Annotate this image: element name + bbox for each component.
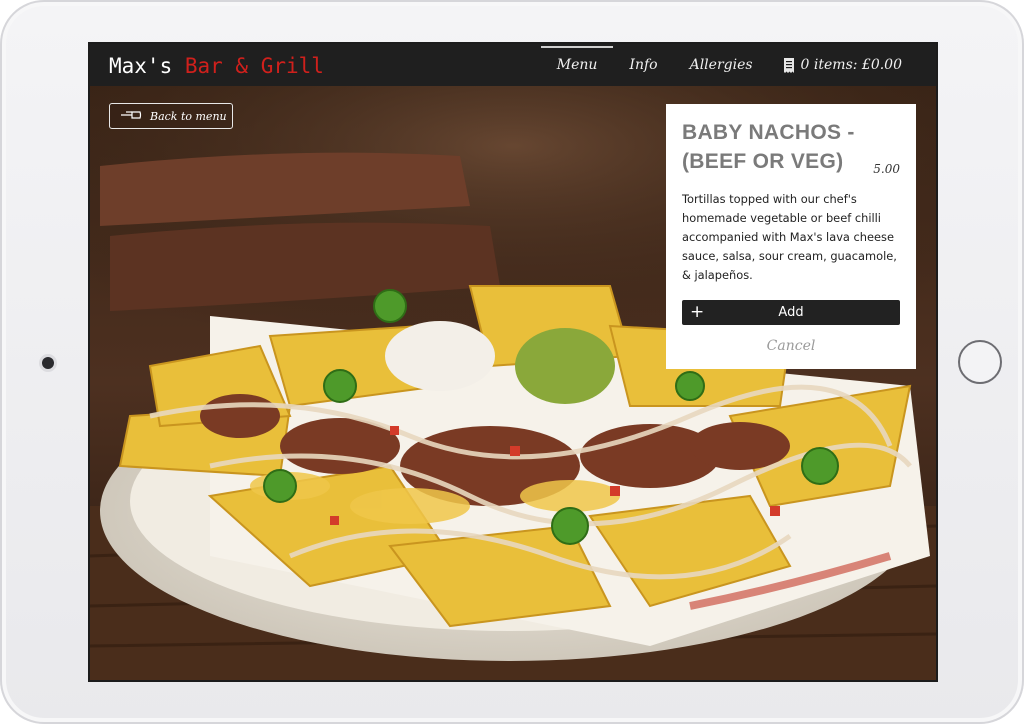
brand-name-part2: Bar & Grill xyxy=(184,54,324,78)
nav-item-menu[interactable]: Menu xyxy=(540,44,614,86)
app-screen: Max's Bar & Grill Menu Info Allergies 0 … xyxy=(90,44,936,680)
cancel-button[interactable]: Cancel xyxy=(666,338,916,354)
nav-item-allergies[interactable]: Allergies xyxy=(674,44,769,86)
brand-logo[interactable]: Max's Bar & Grill xyxy=(109,54,324,78)
item-description: Tortillas topped with our chef's homemad… xyxy=(682,192,897,282)
receipt-icon xyxy=(783,57,795,73)
basket-button[interactable]: 0 items: £0.00 xyxy=(769,44,906,86)
back-to-menu-button[interactable]: Back to menu xyxy=(109,103,233,129)
add-to-order-button[interactable]: + Add xyxy=(682,300,900,325)
back-to-menu-label: Back to menu xyxy=(150,109,227,123)
item-title: BABY NACHOS - (BEEF OR VEG) xyxy=(682,121,855,173)
basket-summary: 0 items: £0.00 xyxy=(800,57,902,73)
item-detail-card: BABY NACHOS - (BEEF OR VEG) 5.00 Tortill… xyxy=(666,104,916,369)
add-button-label: Add xyxy=(778,305,804,320)
item-price: 5.00 xyxy=(873,162,900,176)
top-navigation-bar: Max's Bar & Grill Menu Info Allergies 0 … xyxy=(90,44,936,86)
home-button[interactable] xyxy=(958,340,1002,384)
plus-icon: + xyxy=(690,302,705,322)
front-camera xyxy=(42,357,54,369)
nav-item-info[interactable]: Info xyxy=(613,44,673,86)
brand-name-part1: Max's xyxy=(109,54,185,78)
main-nav: Menu Info Allergies 0 items: £0.00 xyxy=(540,44,906,86)
pointing-hand-icon xyxy=(120,110,142,123)
